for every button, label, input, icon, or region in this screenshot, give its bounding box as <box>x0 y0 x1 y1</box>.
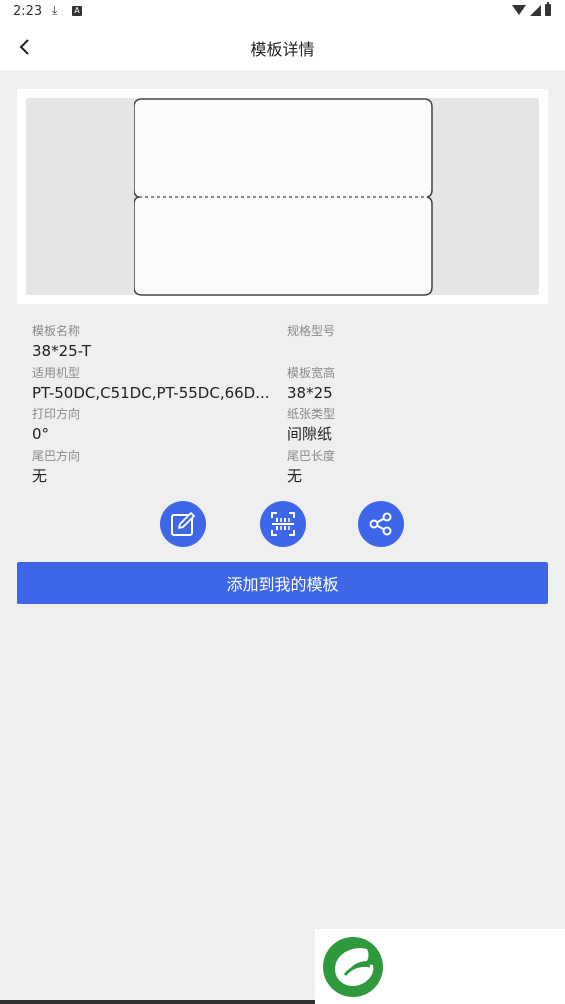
download-icon: ⤓ <box>52 3 58 17</box>
tail-direction-cell: 尾巴方向 无 <box>32 448 287 490</box>
paper-type-cell: 纸张类型 间隙纸 <box>287 406 542 448</box>
tail-length-label: 尾巴长度 <box>287 448 336 463</box>
size-label: 模板宽高 <box>287 365 336 380</box>
size-value: 38*25 <box>287 383 333 402</box>
template-preview-area <box>26 98 539 296</box>
page-title: 模板详情 <box>250 40 315 59</box>
print-direction-label: 打印方向 <box>32 407 81 421</box>
edit-button[interactable] <box>160 501 206 547</box>
info-row: 适用机型 PT-50DC,C51DC,PT-55DC,66D... 模板宽高 3… <box>32 365 542 407</box>
spec-model-label: 规格型号 <box>287 324 336 338</box>
tail-direction-label: 尾巴方向 <box>32 448 81 463</box>
template-preview-card <box>17 89 548 304</box>
template-info: 模板名称 38*25-T 规格型号 适用机型 PT-50DC,C51DC,PT-… <box>32 323 542 489</box>
info-row: 模板名称 38*25-T 规格型号 <box>32 323 542 365</box>
models-label: 适用机型 <box>32 365 81 380</box>
size-cell: 模板宽高 38*25 <box>287 365 542 407</box>
spec-model-cell: 规格型号 <box>287 323 542 365</box>
status-bar: 2:23 ⤓ A <box>0 0 565 24</box>
home-indicator <box>0 1000 315 1004</box>
scan-icon <box>271 512 295 536</box>
watermark-logo <box>315 929 565 1004</box>
wifi-icon <box>512 5 526 15</box>
info-row: 尾巴方向 无 尾巴长度 无 <box>32 448 542 490</box>
paper-type-label: 纸张类型 <box>287 407 336 421</box>
template-name-label: 模板名称 <box>32 324 81 338</box>
label-preview-graphic <box>134 98 433 296</box>
share-icon <box>369 512 392 536</box>
models-cell: 适用机型 PT-50DC,C51DC,PT-55DC,66D... <box>32 365 287 407</box>
paper-type-value: 间隙纸 <box>287 425 333 443</box>
tail-direction-value: 无 <box>32 466 48 485</box>
tail-length-value: 无 <box>287 466 303 485</box>
spec-model-value <box>287 340 527 362</box>
add-to-my-templates-button[interactable]: 添加到我的模板 <box>17 562 548 604</box>
status-time: 2:23 <box>13 4 43 19</box>
scan-button[interactable] <box>260 501 306 547</box>
app-bar: 模板详情 <box>0 24 565 70</box>
models-value: PT-50DC,C51DC,PT-55DC,66D... <box>32 383 270 402</box>
share-button[interactable] <box>358 501 404 547</box>
tail-length-cell: 尾巴长度 无 <box>287 448 542 490</box>
status-indicators <box>512 2 551 16</box>
template-name-value: 38*25-T <box>32 342 91 360</box>
signal-icon <box>530 4 541 16</box>
info-row: 打印方向 0° 纸张类型 间隙纸 <box>32 406 542 448</box>
status-a-icon: A <box>72 6 82 16</box>
edit-icon <box>171 512 195 536</box>
action-buttons <box>0 501 565 547</box>
template-name-cell: 模板名称 38*25-T <box>32 323 287 365</box>
battery-icon <box>545 2 551 16</box>
leaf-logo-icon <box>323 937 383 997</box>
print-direction-cell: 打印方向 0° <box>32 406 287 448</box>
print-direction-value: 0° <box>32 425 50 443</box>
